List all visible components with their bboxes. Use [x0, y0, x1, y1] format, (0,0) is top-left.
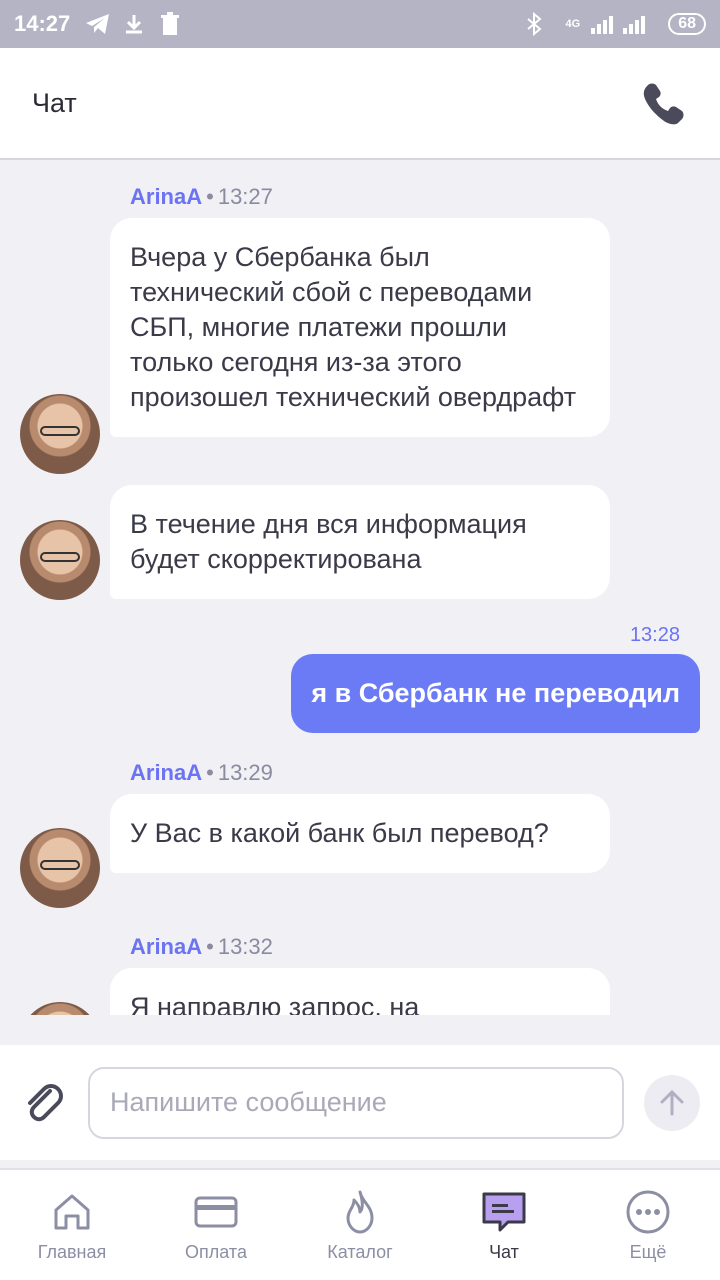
outgoing-message-bubble: я в Сбербанк не переводил: [291, 654, 700, 733]
nav-item-catalog[interactable]: Каталог: [288, 1170, 432, 1280]
download-icon: [120, 10, 148, 38]
bottom-navigation: Главная Оплата Каталог Чат Ещё: [0, 1168, 720, 1280]
chat-icon: [482, 1192, 526, 1231]
nav-label: Ещё: [629, 1241, 667, 1262]
telegram-icon: [84, 10, 112, 38]
nav-item-home[interactable]: Главная: [0, 1170, 144, 1280]
nav-label: Оплата: [185, 1241, 247, 1262]
home-icon: [54, 1194, 90, 1229]
page-title: Чат: [32, 87, 77, 118]
message-time: 13:28: [629, 624, 680, 646]
phone-icon[interactable]: [640, 79, 688, 127]
nav-label: Чат: [489, 1241, 519, 1262]
arrow-up-icon: [660, 1089, 684, 1115]
send-button[interactable]: [644, 1074, 700, 1131]
message-meta: ArinaA • 13:29: [130, 760, 273, 785]
message-time: 13:32: [217, 934, 273, 959]
card-icon: [194, 1196, 238, 1227]
message-meta: ArinaA • 13:27: [130, 184, 273, 209]
message-bubble: У Вас в какой банк был перевод?: [110, 794, 610, 873]
message-time: 13:29: [217, 760, 273, 785]
signal-icon: [590, 10, 650, 38]
message-bubble: В течение дня вся информация будет скорр…: [110, 485, 610, 599]
message-bubble: Вчера у Сбербанка был технический сбой с…: [110, 218, 610, 437]
more-icon: [626, 1190, 670, 1233]
nav-label: Главная: [37, 1241, 107, 1262]
avatar: [20, 1002, 100, 1015]
battery-icon: 68: [668, 13, 706, 35]
avatar: [20, 394, 100, 474]
trash-icon: [156, 10, 184, 38]
message-author: ArinaA: [130, 760, 203, 785]
message-input[interactable]: Напишите сообщение: [88, 1066, 624, 1139]
avatar: [20, 520, 100, 600]
message-bubble: Я направлю запрос, на: [110, 968, 610, 1015]
nav-item-payment[interactable]: Оплата: [144, 1170, 288, 1280]
avatar: [20, 828, 100, 908]
message-author: ArinaA: [130, 184, 203, 209]
paperclip-icon[interactable]: [20, 1079, 68, 1127]
status-bar: 14:27 4G 68: [0, 0, 720, 48]
message-time: 13:27: [217, 184, 273, 209]
network-label: 4G: [565, 18, 581, 30]
message-meta: ArinaA • 13:32: [130, 934, 273, 959]
message-composer: Напишите сообщение: [0, 1045, 720, 1160]
status-time: 14:27: [14, 11, 71, 36]
chat-header: Чат: [0, 48, 720, 160]
bluetooth-icon: [520, 10, 548, 38]
nav-item-more[interactable]: Ещё: [576, 1170, 720, 1280]
nav-item-chat[interactable]: Чат: [432, 1170, 576, 1280]
flame-icon: [346, 1190, 374, 1233]
nav-label: Каталог: [327, 1241, 393, 1262]
chat-messages: ArinaA • 13:27 Вчера у Сбербанка был техни…: [0, 162, 720, 1015]
message-author: ArinaA: [130, 934, 203, 959]
